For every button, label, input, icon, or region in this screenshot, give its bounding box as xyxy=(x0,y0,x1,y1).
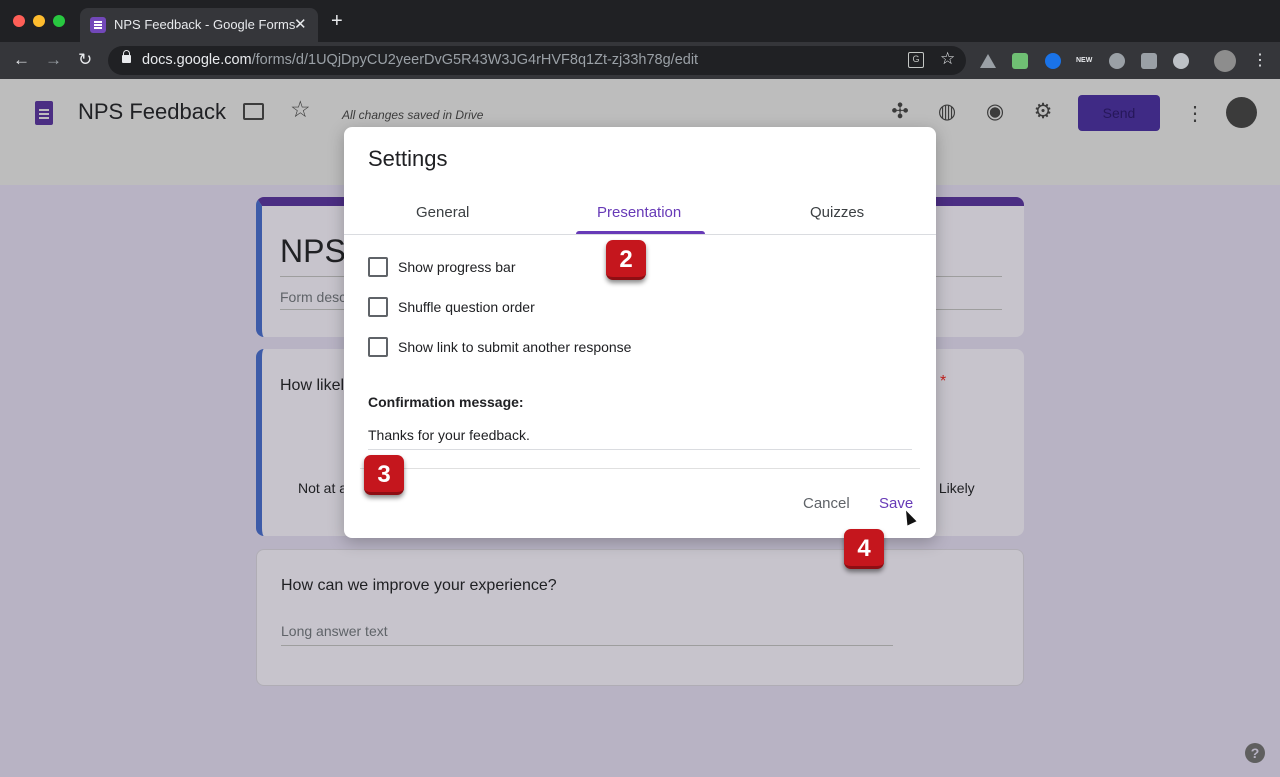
lock-icon[interactable] xyxy=(122,50,131,63)
new-tab-button[interactable]: + xyxy=(331,11,343,31)
question-text: How likel xyxy=(280,377,345,394)
chat-extension-icon[interactable] xyxy=(1141,53,1157,69)
gear-icon[interactable]: ⚙ xyxy=(1032,101,1054,123)
progress-bar-checkbox[interactable] xyxy=(368,257,388,277)
addon-puzzle-icon[interactable]: ✣ xyxy=(889,101,911,123)
question-card-improve[interactable]: How can we improve your experience? Long… xyxy=(256,549,1024,686)
star-icon[interactable]: ☆ xyxy=(290,96,311,123)
address-bar[interactable]: docs.google.com/forms/d/1UQjDpyCU2yeerDv… xyxy=(108,46,966,75)
url-text: docs.google.com/forms/d/1UQjDpyCU2yeerDv… xyxy=(142,52,699,68)
confirmation-message-input[interactable] xyxy=(368,425,912,445)
send-button[interactable]: Send xyxy=(1078,95,1160,131)
confirmation-label: Confirmation message: xyxy=(368,394,524,410)
input-underline xyxy=(368,449,912,450)
scale-low-label: Not at a xyxy=(298,480,348,496)
browser-toolbar: ← → ↻ docs.google.com/forms/d/1UQjDpyCU2… xyxy=(0,42,1280,79)
dialog-title: Settings xyxy=(368,146,448,171)
form-title[interactable]: NPS Feedback xyxy=(78,99,226,125)
browser-tab-bar: NPS Feedback - Google Forms ✕ + xyxy=(0,0,1280,42)
step-badge: 4 xyxy=(844,529,884,569)
step-badge: 2 xyxy=(606,240,646,280)
maximize-window-button[interactable] xyxy=(53,15,65,27)
palette-icon[interactable]: ◍ xyxy=(936,101,958,123)
help-icon[interactable]: ? xyxy=(1245,743,1265,763)
divider xyxy=(344,234,936,235)
more-options-icon[interactable]: ⋮ xyxy=(1185,101,1205,126)
mail-extension-icon[interactable] xyxy=(1012,53,1028,69)
close-window-button[interactable] xyxy=(13,15,25,27)
u-extension-icon[interactable] xyxy=(1109,53,1125,69)
tab-close-icon[interactable]: ✕ xyxy=(294,15,307,33)
option-label: Show progress bar xyxy=(398,259,516,275)
browser-tab[interactable]: NPS Feedback - Google Forms ✕ xyxy=(80,8,318,42)
divider xyxy=(281,645,893,646)
form-description-input[interactable]: Form desc xyxy=(280,289,346,305)
cancel-button[interactable]: Cancel xyxy=(803,495,850,512)
preview-eye-icon[interactable]: ◉ xyxy=(984,101,1006,123)
forward-arrow-icon[interactable]: → xyxy=(45,50,62,70)
back-arrow-icon[interactable]: ← xyxy=(13,50,30,70)
form-heading[interactable]: NPS xyxy=(280,233,346,270)
folder-icon[interactable] xyxy=(243,103,264,120)
avatar[interactable] xyxy=(1226,97,1257,128)
submit-another-checkbox[interactable] xyxy=(368,337,388,357)
forms-favicon-icon xyxy=(90,17,106,33)
tab-presentation[interactable]: Presentation xyxy=(597,204,681,221)
bookmark-star-icon[interactable]: ☆ xyxy=(940,49,955,69)
option-label: Shuffle question order xyxy=(398,299,535,315)
option-label: Show link to submit another response xyxy=(398,339,632,355)
profile-avatar[interactable] xyxy=(1214,50,1236,72)
saved-status: All changes saved in Drive xyxy=(342,108,484,122)
required-marker: * xyxy=(940,373,947,390)
settings-dialog: Settings General Presentation Quizzes Sh… xyxy=(344,127,936,538)
divider xyxy=(360,468,920,469)
step-badge: 3 xyxy=(364,455,404,495)
tab-title: NPS Feedback - Google Forms xyxy=(114,17,296,32)
new-extension-icon[interactable]: NEW xyxy=(1076,53,1094,69)
tab-quizzes[interactable]: Quizzes xyxy=(810,204,864,221)
translate-icon[interactable]: G xyxy=(908,52,924,68)
compass-extension-icon[interactable] xyxy=(1045,53,1061,69)
browser-menu-icon[interactable]: ⋮ xyxy=(1252,50,1268,70)
shuffle-checkbox[interactable] xyxy=(368,297,388,317)
reload-icon[interactable]: ↻ xyxy=(78,50,92,70)
forms-logo-icon[interactable] xyxy=(35,101,53,125)
long-answer-placeholder: Long answer text xyxy=(281,623,388,639)
question-text: How can we improve your experience? xyxy=(281,577,557,594)
circle-extension-icon[interactable] xyxy=(1173,53,1189,69)
tab-general[interactable]: General xyxy=(416,204,469,221)
minimize-window-button[interactable] xyxy=(33,15,45,27)
drive-extension-icon[interactable] xyxy=(980,54,996,68)
